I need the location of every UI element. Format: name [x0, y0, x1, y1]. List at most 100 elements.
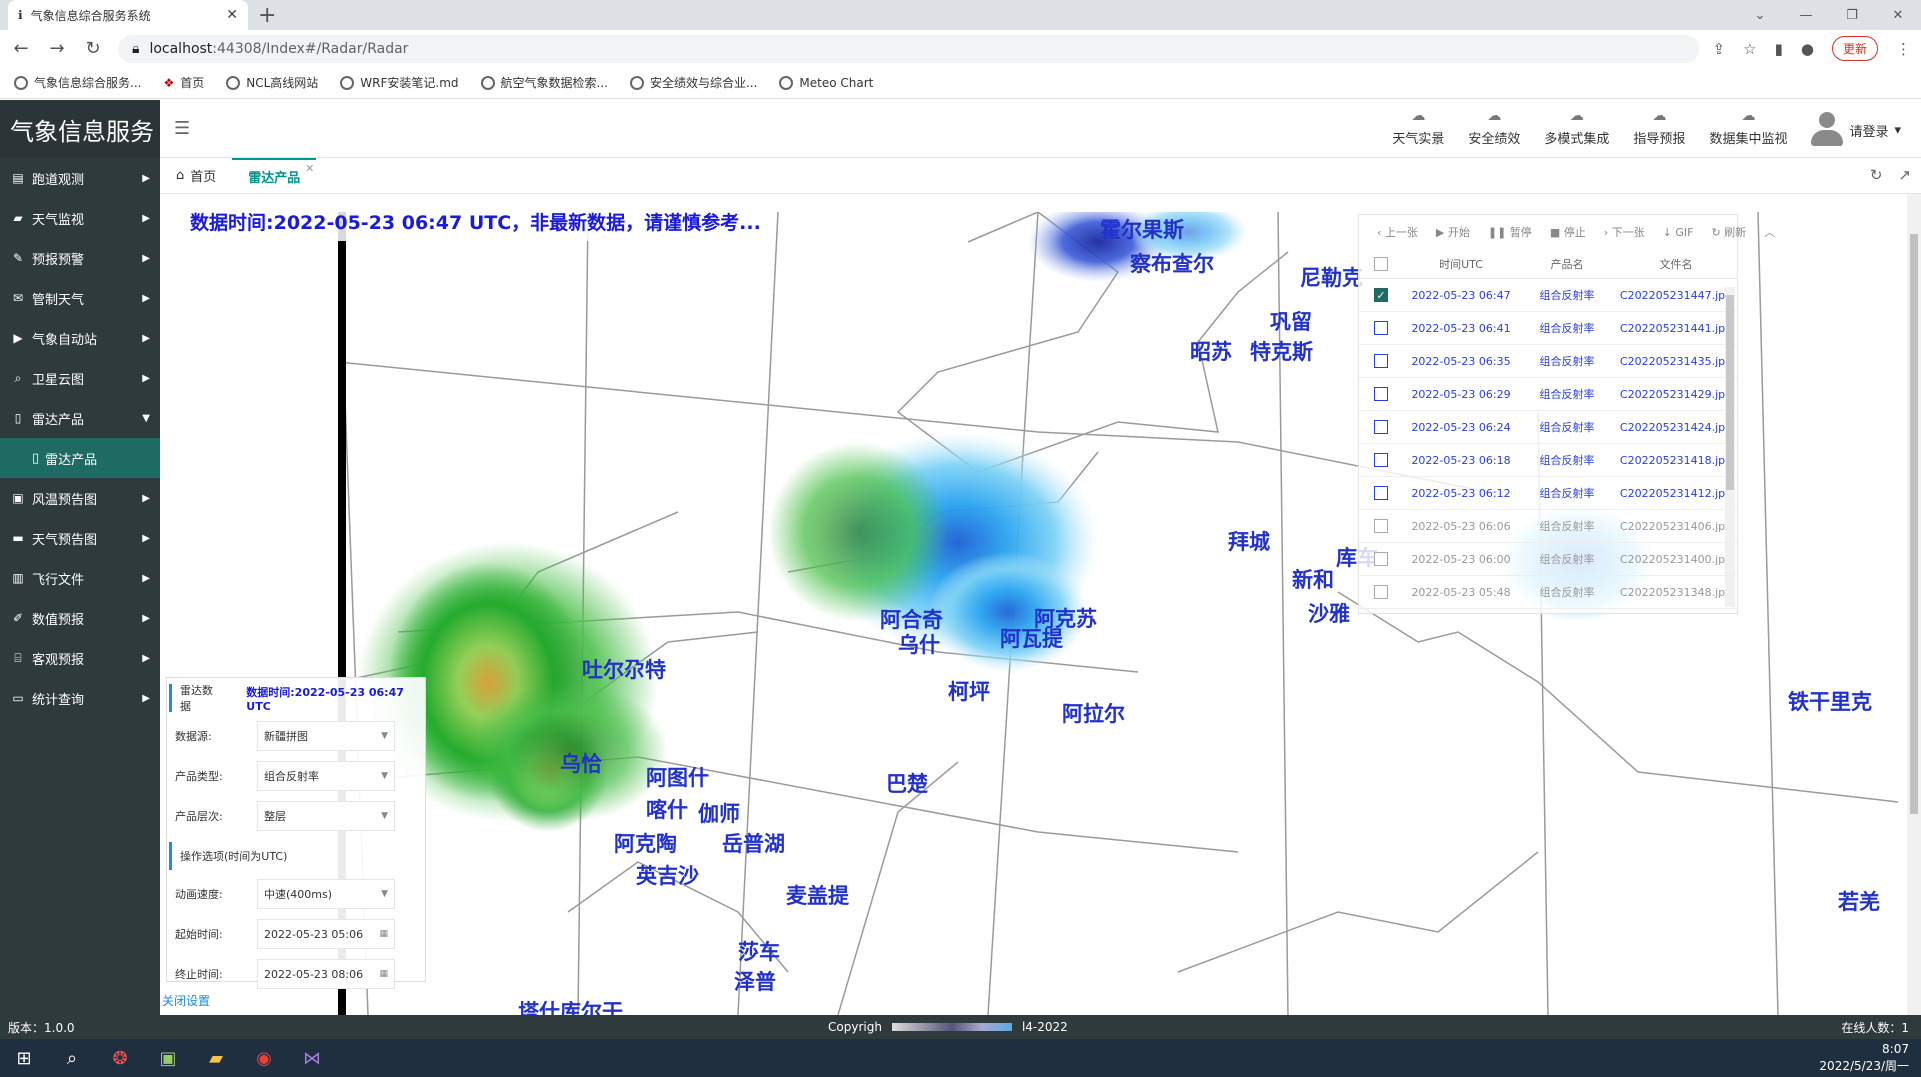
row-checkbox[interactable] [1374, 354, 1388, 368]
bookmark-star-icon[interactable]: ☆ [1743, 40, 1756, 58]
sidebar-item[interactable]: ▥ 飞行文件 ▶ [0, 558, 160, 598]
search-icon[interactable]: ⌕ [48, 1039, 96, 1077]
stop-button[interactable]: ■ 停止 [1550, 224, 1586, 240]
table-row[interactable]: 2022-05-23 06:35 组合反射率 C202205231435.jpg [1359, 345, 1737, 378]
row-checkbox[interactable] [1374, 420, 1388, 434]
table-row[interactable]: 2022-05-23 06:18 组合反射率 C202205231418.jpg [1359, 444, 1737, 477]
topnav-safety[interactable]: ☁ 安全绩效 [1468, 108, 1520, 147]
prev-button[interactable]: ‹ 上一张 [1377, 224, 1418, 240]
close-settings-link[interactable]: 关闭设置 [162, 992, 210, 1009]
file-table-scrollbar[interactable] [1725, 287, 1735, 607]
book-icon: ▰ [13, 211, 23, 225]
page-scrollbar[interactable] [1907, 194, 1921, 1015]
sidebar-item[interactable]: ▯ 雷达产品 ▼ [0, 398, 160, 438]
source-select[interactable]: 新疆拼图 ▼ [257, 721, 395, 751]
restore-button[interactable]: ❐ [1829, 0, 1875, 30]
chrome-icon[interactable]: ◉ [240, 1039, 288, 1077]
topnav-guidance[interactable]: ☁ 指导预报 [1633, 108, 1685, 147]
next-button[interactable]: › 下一张 [1604, 224, 1645, 240]
user-login[interactable]: 请登录 ▾ [1811, 112, 1901, 148]
browser-tab[interactable]: ℹ 气象信息综合服务系统 ✕ [8, 0, 248, 30]
bookmark-item[interactable]: NCL高线网站 [226, 74, 318, 91]
row-checkbox[interactable]: ✓ [1374, 288, 1388, 302]
play-button[interactable]: ▶ 开始 [1436, 224, 1470, 240]
refresh-icon[interactable]: ↻ [1870, 166, 1883, 184]
sidebar-item[interactable]: ▬ 天气预告图 ▶ [0, 518, 160, 558]
sidebar-item[interactable]: ✐ 数值预报 ▶ [0, 598, 160, 638]
new-tab-button[interactable]: + [258, 3, 276, 28]
row-checkbox[interactable] [1374, 387, 1388, 401]
menu-fold-icon[interactable]: ☰ [174, 118, 190, 139]
url-input[interactable]: 🔒︎ localhost:44308/Index#/Radar/Radar [118, 34, 1699, 63]
bookmark-item[interactable]: WRF安装笔记.md [340, 74, 459, 91]
refresh-button[interactable]: ↻ 刷新 [1711, 224, 1746, 240]
table-row[interactable]: 2022-05-23 06:29 组合反射率 C202205231429.jpg [1359, 378, 1737, 411]
table-row[interactable]: 2022-05-23 06:41 组合反射率 C202205231441.jpg [1359, 312, 1737, 345]
end-time-input[interactable]: 2022-05-23 08:06 ▦ [257, 959, 395, 989]
sidebar-item[interactable]: ▣ 风温预告图 ▶ [0, 478, 160, 518]
close-window-button[interactable]: ✕ [1875, 0, 1921, 30]
table-row[interactable]: 2022-05-23 06:00 组合反射率 C202205231400.jpg [1359, 543, 1737, 576]
forward-icon[interactable]: → [46, 38, 68, 59]
tab-close-icon[interactable]: ✕ [226, 7, 238, 23]
table-row[interactable]: 2022-05-23 06:06 组合反射率 C202205231406.jpg [1359, 510, 1737, 543]
pause-button[interactable]: ❚❚ 暂停 [1488, 224, 1532, 240]
sidepanel-icon[interactable]: ▮ [1775, 40, 1783, 58]
row-checkbox[interactable] [1374, 486, 1388, 500]
tab-home[interactable]: ⌂ 首页 [160, 158, 232, 194]
product-level-select[interactable]: 整层 ▼ [257, 801, 395, 831]
app-swirl-icon[interactable]: ❂ [96, 1039, 144, 1077]
cloud-icon: ☁ [1741, 108, 1756, 124]
row-checkbox[interactable] [1374, 519, 1388, 533]
profile-icon[interactable]: ● [1801, 40, 1814, 58]
sidebar-item[interactable]: ⌕ 卫星云图 ▶ [0, 358, 160, 398]
caret-right-icon: ▶ [142, 372, 150, 384]
gif-button[interactable]: ↓ GIF [1663, 226, 1694, 239]
update-button[interactable]: 更新 [1831, 36, 1878, 61]
table-row[interactable]: 2022-05-23 06:12 组合反射率 C202205231412.jpg [1359, 477, 1737, 510]
file-explorer-icon[interactable]: ▰ [192, 1039, 240, 1077]
table-row[interactable]: ✓ 2022-05-23 06:47 组合反射率 C202205231447.j… [1359, 279, 1737, 312]
product-type-select[interactable]: 组合反射率 ▼ [257, 761, 395, 791]
bookmark-item[interactable]: 安全绩效与综合业... [629, 74, 757, 91]
speed-select[interactable]: 中速(400ms) ▼ [257, 879, 395, 909]
bookmark-item[interactable]: ❖ 首页 [163, 74, 204, 91]
sidebar-item[interactable]: ✎ 预报预警 ▶ [0, 238, 160, 278]
sidebar-item[interactable]: ▶ 气象自动站 ▶ [0, 318, 160, 358]
close-icon[interactable]: ✕ [305, 162, 314, 175]
sidebar-item[interactable]: ▤ 跑道观测 ▶ [0, 158, 160, 198]
tab-favicon-icon: ℹ [18, 8, 23, 22]
reload-icon[interactable]: ↻ [82, 38, 104, 59]
minimize-button[interactable]: — [1783, 0, 1829, 30]
sidebar-item[interactable]: ⌸ 客观预报 ▶ [0, 638, 160, 678]
bookmark-item[interactable]: 气象信息综合服务... [14, 74, 141, 91]
start-time-input[interactable]: 2022-05-23 05:06 ▦ [257, 919, 395, 949]
system-clock[interactable]: 8:07 2022/5/23/周一 [1819, 1041, 1909, 1075]
select-all-checkbox[interactable] [1374, 256, 1388, 271]
row-checkbox[interactable] [1374, 321, 1388, 335]
collapse-icon[interactable]: ︿ [1764, 224, 1775, 240]
bookmark-item[interactable]: 航空气象数据检索... [480, 74, 608, 91]
external-link-icon[interactable]: ↗ [1898, 166, 1911, 184]
sidebar-subitem-radar[interactable]: ▯ 雷达产品 [0, 438, 160, 478]
app-camera-icon[interactable]: ▣ [144, 1039, 192, 1077]
menu-dots-icon[interactable]: ⋮ [1896, 40, 1911, 58]
sidebar-item[interactable]: ✉ 管制天气 ▶ [0, 278, 160, 318]
back-icon[interactable]: ← [10, 38, 32, 59]
bookmark-item[interactable]: Meteo Chart [779, 75, 873, 90]
sidebar-item[interactable]: ▭ 统计查询 ▶ [0, 678, 160, 718]
topnav-data-monitor[interactable]: ☁ 数据集中监视 [1709, 108, 1787, 147]
tab-radar[interactable]: 雷达产品 ✕ [232, 157, 317, 194]
windows-start-icon[interactable]: ⊞ [0, 1039, 48, 1077]
row-checkbox[interactable] [1374, 552, 1388, 566]
sidebar-item[interactable]: ▰ 天气监视 ▶ [0, 198, 160, 238]
topnav-multimodel[interactable]: ☁ 多模式集成 [1544, 108, 1609, 147]
topnav-weather-live[interactable]: ☁ 天气实景 [1392, 108, 1444, 147]
table-row[interactable]: 2022-05-23 06:24 组合反射率 C202205231424.jpg [1359, 411, 1737, 444]
share-icon[interactable]: ⇪ [1713, 40, 1726, 58]
chevron-down-icon[interactable]: ⌄ [1737, 0, 1783, 30]
visual-studio-icon[interactable]: ⋈ [288, 1039, 336, 1077]
table-row[interactable]: 2022-05-23 05:48 组合反射率 C202205231348.jpg [1359, 576, 1737, 609]
row-checkbox[interactable] [1374, 453, 1388, 467]
row-checkbox[interactable] [1374, 585, 1388, 599]
